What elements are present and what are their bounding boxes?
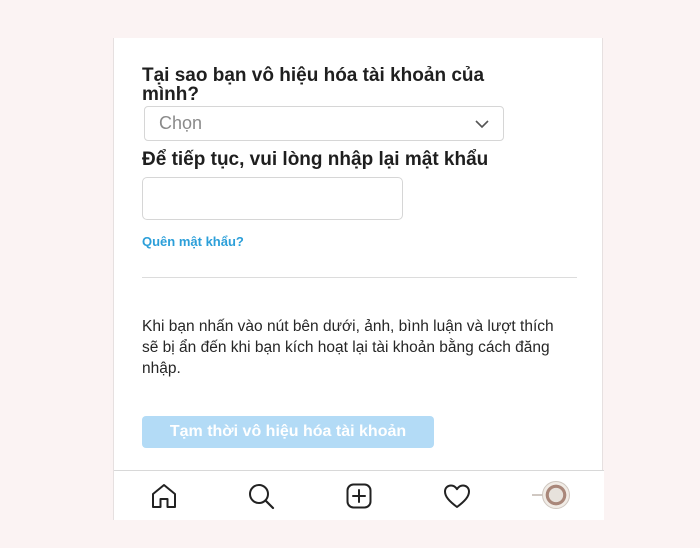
tab-activity[interactable] xyxy=(440,479,474,513)
heart-icon xyxy=(444,484,470,508)
deactivate-reason-question: Tại sao bạn vô hiệu hóa tài khoản của mì… xyxy=(142,65,485,105)
search-icon xyxy=(249,484,275,510)
chevron-down-icon xyxy=(475,120,489,129)
password-input[interactable] xyxy=(142,177,403,220)
page: Tại sao bạn vô hiệu hóa tài khoản của mì… xyxy=(0,0,700,548)
divider xyxy=(142,277,577,278)
profile-avatar xyxy=(542,481,570,509)
forgot-password-link[interactable]: Quên mật khẩu? xyxy=(142,234,244,249)
tab-home[interactable] xyxy=(147,479,181,513)
tab-search[interactable] xyxy=(244,479,278,513)
temporarily-deactivate-button[interactable]: Tạm thời vô hiệu hóa tài khoản xyxy=(142,416,434,448)
deactivate-account-screen: Tại sao bạn vô hiệu hóa tài khoản của mì… xyxy=(113,38,604,520)
tab-profile[interactable] xyxy=(532,481,570,509)
deactivate-notice-text: Khi bạn nhấn vào nút bên dưới, ảnh, bình… xyxy=(142,318,554,377)
tab-new-post[interactable] xyxy=(342,479,376,513)
add-post-icon xyxy=(346,483,372,509)
bottom-tab-bar xyxy=(114,470,604,520)
home-icon xyxy=(152,484,176,508)
reason-select-value: Chọn xyxy=(159,113,203,133)
reason-select[interactable]: Chọn xyxy=(144,106,504,141)
password-label: Để tiếp tục, vui lòng nhập lại mật khẩu xyxy=(142,149,489,170)
